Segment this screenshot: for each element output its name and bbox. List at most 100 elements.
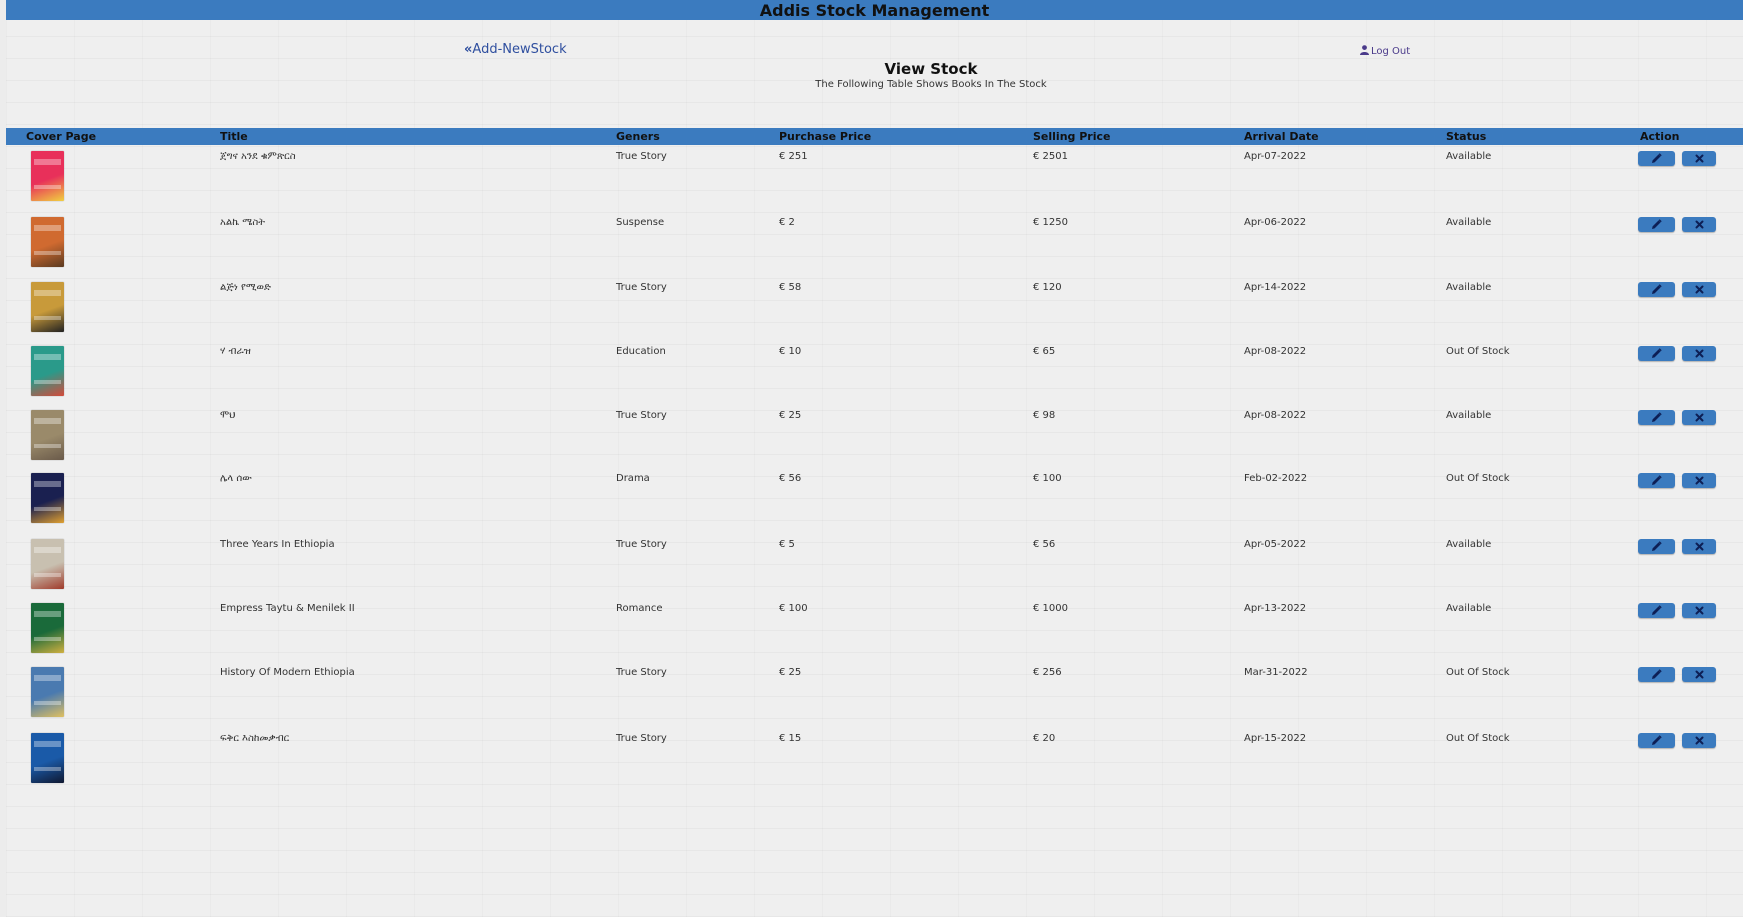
book-genre: True Story <box>616 539 667 550</box>
edit-button[interactable] <box>1638 282 1675 297</box>
book-genre: True Story <box>616 282 667 293</box>
purchase-price: € 25 <box>779 667 802 678</box>
book-cover-image <box>31 733 64 783</box>
add-new-stock-link[interactable]: «Add-NewStock <box>464 42 567 57</box>
edit-button[interactable] <box>1638 667 1675 682</box>
close-icon <box>1695 413 1703 422</box>
user-icon <box>1360 45 1369 55</box>
table-row: ሃ ብራዝ Education € 10 € 65 Apr-08-2022 Out Of … <box>6 343 1743 405</box>
pencil-icon <box>1652 153 1662 163</box>
purchase-price: € 56 <box>779 473 802 484</box>
stock-status: Out Of Stock <box>1446 346 1510 357</box>
selling-price: € 1250 <box>1033 217 1068 228</box>
column-header-cover: Cover Page <box>26 130 97 143</box>
arrival-date: Apr-13-2022 <box>1244 603 1307 614</box>
edit-button[interactable] <box>1638 603 1675 618</box>
close-icon <box>1695 220 1703 229</box>
page-title: View Stock <box>884 60 978 78</box>
delete-button[interactable] <box>1682 539 1716 554</box>
arrival-date: Apr-06-2022 <box>1244 217 1307 228</box>
book-cover-image <box>31 539 64 589</box>
table-row: Empress Taytu & Menilek II Romance € 100 € … <box>6 600 1743 662</box>
stock-status: Available <box>1446 282 1492 293</box>
purchase-price: € 100 <box>779 603 808 614</box>
stock-status: Out Of Stock <box>1446 733 1510 744</box>
app-title: Addis Stock Management <box>759 1 990 20</box>
table-row: History Of Modern Ethiopia True Story € 25… <box>6 664 1743 726</box>
book-genre: True Story <box>616 667 667 678</box>
pencil-icon <box>1652 541 1662 551</box>
delete-button[interactable] <box>1682 733 1716 748</box>
stock-status: Available <box>1446 410 1492 421</box>
stock-status: Out Of Stock <box>1446 473 1510 484</box>
book-genre: True Story <box>616 410 667 421</box>
purchase-price: € 2 <box>779 217 795 228</box>
logout-label: Log Out <box>1371 46 1411 57</box>
delete-button[interactable] <box>1682 667 1716 682</box>
book-title: History Of Modern Ethiopia <box>220 667 355 678</box>
page: Addis Stock Management «Add-NewStock Log… <box>6 0 1743 917</box>
arrival-date: Apr-08-2022 <box>1244 346 1307 357</box>
arrival-date: Apr-07-2022 <box>1244 151 1307 162</box>
delete-button[interactable] <box>1682 151 1716 166</box>
stock-status: Out Of Stock <box>1446 667 1510 678</box>
delete-button[interactable] <box>1682 282 1716 297</box>
logout-link[interactable]: Log Out <box>1360 45 1410 57</box>
selling-price: € 65 <box>1033 346 1056 357</box>
delete-button[interactable] <box>1682 473 1716 488</box>
arrival-date: Apr-08-2022 <box>1244 410 1307 421</box>
arrival-date: Apr-15-2022 <box>1244 733 1307 744</box>
selling-price: € 256 <box>1033 667 1062 678</box>
table-row: ሌላ ሰው Drama € 56 € 100 Feb-02-2022 Out Of Sto… <box>6 470 1743 532</box>
edit-button[interactable] <box>1638 473 1675 488</box>
page-subtitle: The Following Table Shows Books In The S… <box>815 79 1047 90</box>
book-genre: Education <box>616 346 666 357</box>
pencil-icon <box>1652 735 1662 745</box>
book-title: አልኬ ሜስት <box>220 217 266 228</box>
edit-button[interactable] <box>1638 410 1675 425</box>
edit-button[interactable] <box>1638 346 1675 361</box>
purchase-price: € 25 <box>779 410 802 421</box>
app-header: Addis Stock Management <box>6 0 1743 20</box>
book-genre: True Story <box>616 733 667 744</box>
column-header-selling-price: Selling Price <box>1033 130 1111 143</box>
book-title: ሌላ ሰው <box>220 473 252 484</box>
delete-button[interactable] <box>1682 217 1716 232</box>
close-icon <box>1695 670 1703 679</box>
purchase-price: € 10 <box>779 346 802 357</box>
book-cover-image <box>31 151 64 201</box>
table-header: Cover Page Title Geners Purchase Price S… <box>6 128 1743 145</box>
close-icon <box>1695 476 1703 485</box>
close-icon <box>1695 349 1703 358</box>
selling-price: € 100 <box>1033 473 1062 484</box>
table-row: ጀግና አንደ ቁምጽርስ True Story € 251 € 2501 Apr-07… <box>6 148 1743 210</box>
close-icon <box>1695 606 1703 615</box>
stock-status: Available <box>1446 151 1492 162</box>
selling-price: € 2501 <box>1033 151 1068 162</box>
book-title: Empress Taytu & Menilek II <box>220 603 355 614</box>
delete-button[interactable] <box>1682 410 1716 425</box>
book-title: ልጅነ የሚወድ <box>220 282 271 293</box>
close-icon <box>1695 736 1703 745</box>
delete-button[interactable] <box>1682 346 1716 361</box>
edit-button[interactable] <box>1638 151 1675 166</box>
purchase-price: € 15 <box>779 733 802 744</box>
book-title: ጀግና አንደ ቁምጽርስ <box>220 151 296 162</box>
stock-status: Available <box>1446 539 1492 550</box>
edit-button[interactable] <box>1638 733 1675 748</box>
arrival-date: Mar-31-2022 <box>1244 667 1308 678</box>
edit-button[interactable] <box>1638 217 1675 232</box>
selling-price: € 120 <box>1033 282 1062 293</box>
book-title: ሃ ብራዝ <box>220 346 251 357</box>
edit-button[interactable] <box>1638 539 1675 554</box>
book-genre: Suspense <box>616 217 665 228</box>
table-row: ሞህ True Story € 25 € 98 Apr-08-2022 Available <box>6 407 1743 469</box>
pencil-icon <box>1652 605 1662 615</box>
book-title: ፍቅር እስከመቃብር <box>220 733 290 744</box>
book-title: ሞህ <box>220 410 236 421</box>
add-new-stock-label: Add-NewStock <box>472 42 567 57</box>
delete-button[interactable] <box>1682 603 1716 618</box>
book-genre: True Story <box>616 151 667 162</box>
book-genre: Drama <box>616 473 650 484</box>
stock-status: Available <box>1446 217 1492 228</box>
